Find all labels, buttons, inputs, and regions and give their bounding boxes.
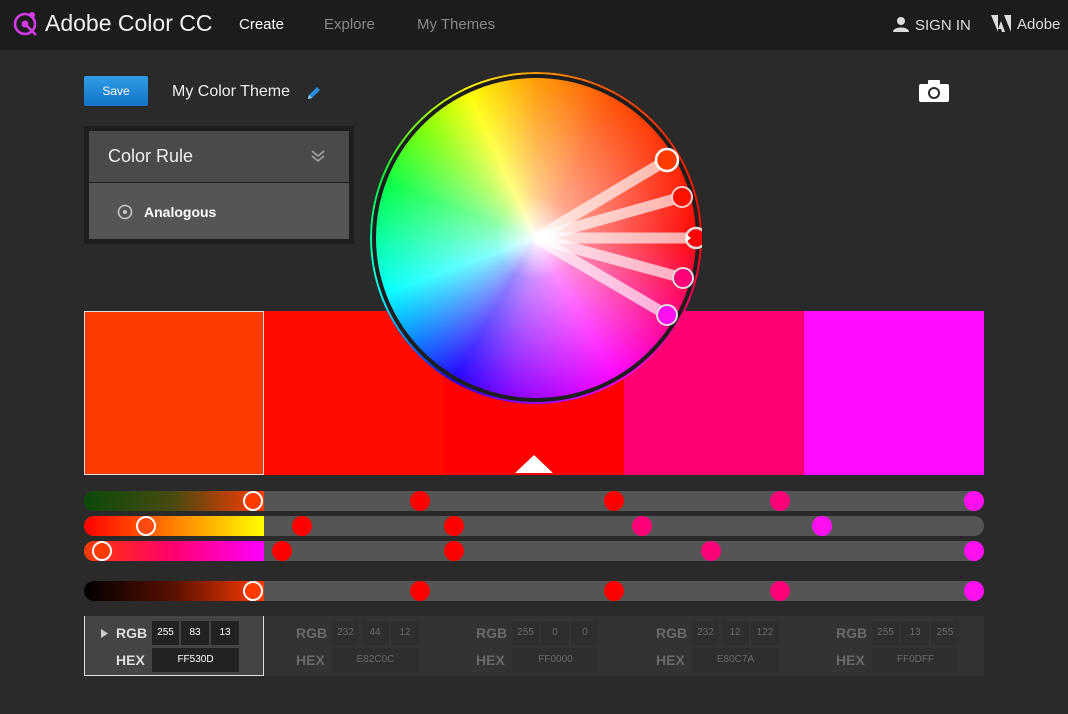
pencil-icon[interactable] <box>305 84 323 102</box>
wheel-handle-4[interactable] <box>672 267 694 289</box>
swatch-5[interactable] <box>804 311 984 475</box>
slider-handle-2-1[interactable] <box>136 516 156 536</box>
user-icon <box>893 17 909 32</box>
slider-handle-brightness-4[interactable] <box>770 581 790 601</box>
radio-selected-icon <box>117 204 133 220</box>
slider-handle-brightness-2[interactable] <box>410 581 430 601</box>
slider-handle-hue-2[interactable] <box>410 491 430 511</box>
rgb-b-input-1[interactable]: 13 <box>211 621 239 645</box>
slider-handle-brightness-3[interactable] <box>604 581 624 601</box>
rgb-r-input-2[interactable]: 232 <box>332 621 359 645</box>
hex-label-3: HEX <box>476 652 505 668</box>
nav-my-themes[interactable]: My Themes <box>417 16 495 33</box>
rgb-b-input-5[interactable]: 255 <box>931 621 959 645</box>
wheel-handle-2[interactable] <box>671 186 693 208</box>
hex-input-4[interactable]: E80C7A <box>692 648 779 672</box>
slider-handle-2-2[interactable] <box>292 516 312 536</box>
rgb-g-input-5[interactable]: 13 <box>901 621 929 645</box>
color-rule-dropdown[interactable]: Color Rule <box>89 131 349 182</box>
rgb-label-1: RGB <box>116 625 148 641</box>
rgb-r-input-3[interactable]: 255 <box>512 621 539 645</box>
adobe-label: Adobe <box>1017 16 1061 33</box>
hex-input-2[interactable]: E82C0C <box>332 648 419 672</box>
rgb-label-2: RGB <box>296 625 328 641</box>
rgb-g-input-3[interactable]: 0 <box>541 621 569 645</box>
save-button[interactable]: Save <box>84 76 148 106</box>
base-color-marker <box>515 455 553 473</box>
slider-gradient-hue <box>84 491 264 511</box>
rgb-g-input-1[interactable]: 83 <box>181 621 209 645</box>
rgb-label-5: RGB <box>836 625 868 641</box>
nav-create[interactable]: Create <box>239 16 284 33</box>
color-rule-option-label: Analogous <box>144 204 217 220</box>
adobe-color-logo-icon[interactable] <box>12 11 38 37</box>
hex-input-3[interactable]: FF0000 <box>512 648 599 672</box>
color-rule-title: Color Rule <box>108 146 194 166</box>
slider-handle-hue-3[interactable] <box>604 491 624 511</box>
rgb-label-3: RGB <box>476 625 508 641</box>
adobe-logo-icon <box>991 15 1011 32</box>
rgb-label-4: RGB <box>656 625 688 641</box>
slider-handle-hue-1[interactable] <box>243 491 263 511</box>
hex-label-2: HEX <box>296 652 325 668</box>
slider-handle-2-4[interactable] <box>632 516 652 536</box>
slider-gradient-2 <box>84 516 264 536</box>
color-rule-option-analogous[interactable]: Analogous <box>89 183 349 239</box>
rgb-r-input-5[interactable]: 255 <box>872 621 899 645</box>
slider-handle-hue-5[interactable] <box>964 491 984 511</box>
wheel-handle-1[interactable] <box>654 147 680 173</box>
nav-explore[interactable]: Explore <box>324 16 375 33</box>
slider-handle-2-3[interactable] <box>444 516 464 536</box>
top-bar: Adobe Color CC Create Explore My Themes … <box>0 0 1068 50</box>
rgb-b-input-4[interactable]: 122 <box>751 621 779 645</box>
rgb-g-input-4[interactable]: 12 <box>721 621 749 645</box>
slider-handle-2-5[interactable] <box>812 516 832 536</box>
color-rule-panel: Color Rule Analogous <box>84 126 354 244</box>
sign-in-label: SIGN IN <box>915 17 971 34</box>
rgb-r-input-4[interactable]: 232 <box>692 621 719 645</box>
double-chevron-down-icon <box>311 150 325 163</box>
slider-handle-3-5[interactable] <box>964 541 984 561</box>
color-wheel[interactable] <box>370 72 702 404</box>
slider-handle-brightness-5[interactable] <box>964 581 984 601</box>
slider-handle-3-4[interactable] <box>701 541 721 561</box>
hex-label-1: HEX <box>116 652 145 668</box>
wheel-handle-5[interactable] <box>656 304 678 326</box>
swatch-1[interactable] <box>84 311 264 475</box>
adobe-link[interactable]: Adobe <box>991 15 1060 33</box>
rgb-r-input-1[interactable]: 255 <box>152 621 179 645</box>
slider-handle-brightness-1[interactable] <box>243 581 263 601</box>
hex-label-5: HEX <box>836 652 865 668</box>
rgb-b-input-3[interactable]: 0 <box>571 621 599 645</box>
hex-label-4: HEX <box>656 652 685 668</box>
sign-in-link[interactable]: SIGN IN <box>893 16 971 34</box>
rgb-b-input-2[interactable]: 12 <box>391 621 419 645</box>
app-brand[interactable]: Adobe Color CC <box>45 10 212 37</box>
caret-right-icon[interactable] <box>101 629 108 638</box>
slider-handle-3-2[interactable] <box>272 541 292 561</box>
theme-name[interactable]: My Color Theme <box>172 83 290 101</box>
hex-input-5[interactable]: FF0DFF <box>872 648 959 672</box>
hex-input-1[interactable]: FF530D <box>152 648 239 672</box>
slider-gradient-brightness <box>84 581 264 601</box>
rgb-g-input-2[interactable]: 44 <box>361 621 389 645</box>
slider-handle-3-1[interactable] <box>92 541 112 561</box>
camera-icon[interactable] <box>919 80 949 102</box>
slider-handle-hue-4[interactable] <box>770 491 790 511</box>
slider-handle-3-3[interactable] <box>444 541 464 561</box>
